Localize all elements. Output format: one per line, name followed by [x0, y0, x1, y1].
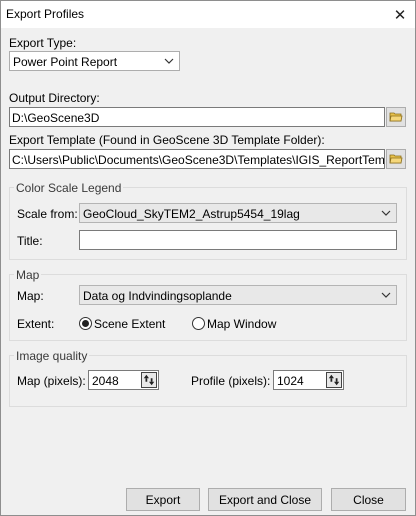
chevron-down-icon	[381, 210, 391, 216]
export-template-input[interactable]: C:\Users\Public\Documents\GeoScene3D\Tem…	[9, 149, 385, 169]
map-label: Map:	[17, 289, 44, 303]
browse-output-directory-button[interactable]	[386, 107, 406, 127]
chevron-down-icon	[381, 292, 391, 298]
map-pixels-label: Map (pixels):	[17, 374, 86, 388]
export-type-value: Power Point Report	[13, 55, 118, 69]
export-template-label: Export Template (Found in GeoScene 3D Te…	[9, 133, 325, 147]
map-window-radio[interactable]	[192, 317, 205, 330]
map-value: Data og Indvindingsoplande	[83, 289, 232, 303]
scale-from-value: GeoCloud_SkyTEM2_Astrup5454_19lag	[83, 207, 300, 221]
extent-label: Extent:	[17, 317, 55, 331]
folder-icon	[389, 154, 403, 164]
close-window-button[interactable]: ✕	[385, 1, 415, 28]
folder-icon	[389, 112, 403, 122]
output-directory-label: Output Directory:	[9, 91, 100, 105]
map-select[interactable]: Data og Indvindingsoplande	[79, 285, 397, 305]
radio-selected-dot	[82, 320, 89, 327]
map-window-label: Map Window	[207, 317, 277, 331]
title-bar: Export Profiles ✕	[1, 1, 415, 28]
color-scale-legend-title: Color Scale Legend	[14, 181, 124, 195]
scene-extent-radio[interactable]	[79, 317, 92, 330]
export-profiles-dialog: Export Profiles ✕ Export Type: Power Poi…	[0, 0, 416, 516]
spinner-arrows-icon[interactable]	[326, 372, 342, 388]
profile-pixels-label: Profile (pixels):	[191, 374, 271, 388]
output-directory-input[interactable]: D:\GeoScene3D	[9, 107, 385, 127]
window-title: Export Profiles	[6, 7, 85, 21]
title-label: Title:	[17, 234, 43, 248]
export-type-label: Export Type:	[9, 36, 77, 50]
chevron-down-icon	[164, 58, 174, 64]
image-quality-title: Image quality	[14, 349, 90, 363]
close-button[interactable]: Close	[331, 488, 406, 511]
browse-export-template-button[interactable]	[386, 149, 406, 169]
export-type-select[interactable]: Power Point Report	[9, 51, 180, 71]
profile-pixels-spinner[interactable]: 1024	[273, 370, 344, 390]
map-pixels-spinner[interactable]: 2048	[88, 370, 159, 390]
profile-pixels-value: 1024	[277, 374, 304, 388]
scene-extent-label: Scene Extent	[94, 317, 166, 331]
legend-title-input[interactable]	[79, 230, 397, 250]
scale-from-select[interactable]: GeoCloud_SkyTEM2_Astrup5454_19lag	[79, 203, 397, 223]
spinner-arrows-icon[interactable]	[141, 372, 157, 388]
scale-from-label: Scale from:	[17, 207, 78, 221]
map-group-title: Map	[14, 268, 42, 282]
output-directory-value: D:\GeoScene3D	[12, 111, 100, 125]
map-pixels-value: 2048	[92, 374, 119, 388]
export-and-close-button[interactable]: Export and Close	[208, 488, 322, 511]
export-button[interactable]: Export	[126, 488, 200, 511]
export-template-value: C:\Users\Public\Documents\GeoScene3D\Tem…	[12, 153, 385, 167]
